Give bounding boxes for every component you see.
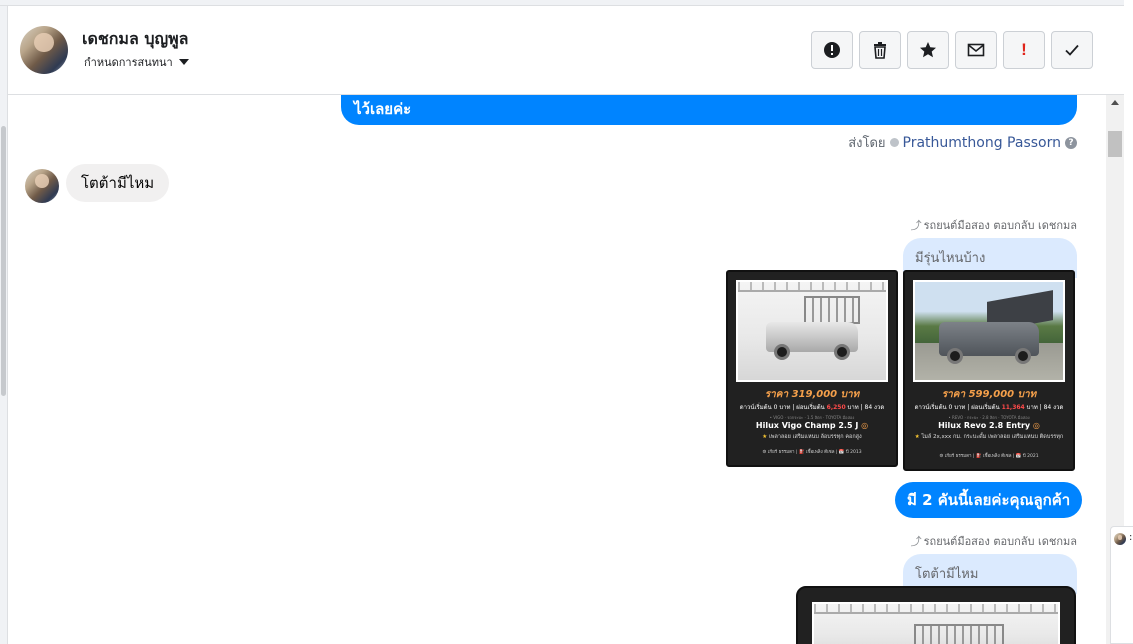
- header-actions: !: [811, 31, 1093, 69]
- car-finance: ดาวน์เริ่มต้น 0 บาท | ผ่อนเริ่มต้น 11,36…: [909, 402, 1069, 412]
- finance-down-label: ดาวน์เริ่มต้น: [914, 404, 949, 411]
- car-features: ★ เพลาลอย เสริมแหนบ ล้อบรรทุก คอกสูง: [734, 433, 890, 441]
- verified-icon: ◎: [1032, 421, 1040, 430]
- wheel: [834, 344, 850, 360]
- reply-note-text: รถยนต์มือสอง ตอบกลับ เดชกมล: [923, 219, 1077, 232]
- car-tags: • VIGO · รถกระบะ · 1.5 ลิตร · TOYOTA มือ…: [769, 415, 855, 420]
- car-model-name: Hilux Revo 2.8 Entry: [938, 421, 1031, 430]
- star-button[interactable]: [907, 31, 949, 69]
- incoming-avatar[interactable]: [25, 169, 59, 203]
- car-features-text: ไมล์ 2x,xxx กม. กระบะดั้ม เพลาลอย เสริมแ…: [921, 434, 1064, 440]
- reply-note: ⤴ รถยนต์มือสอง ตอบกลับ เดชกมล: [911, 532, 1077, 550]
- mail-icon: [967, 43, 985, 57]
- reply-note: ⤴ รถยนต์มือสอง ตอบกลับ เดชกมล: [911, 216, 1077, 234]
- contact-name[interactable]: เดชกมล บุญพูล: [82, 27, 188, 52]
- reply-arrow-icon: ⤴: [910, 535, 922, 548]
- outgoing-message[interactable]: ไว้เลยค่ะ: [341, 95, 1077, 125]
- mark-spam-button[interactable]: !: [1003, 31, 1045, 69]
- car-features: ★ ไมล์ 2x,xxx กม. กระบะดั้ม เพลาลอย เสริ…: [911, 433, 1067, 441]
- left-scrollbar[interactable]: [0, 6, 8, 644]
- schedule-conversation-label: กำหนดการสนทนา: [84, 56, 173, 69]
- left-scrollbar-thumb[interactable]: [1, 126, 6, 396]
- info-button[interactable]: [811, 31, 853, 69]
- finance-term: บาท | 84 งวด: [845, 404, 885, 411]
- star-icon: ★: [914, 434, 920, 440]
- reply-arrow-icon: ⤴: [910, 219, 922, 232]
- trash-icon: [874, 42, 886, 59]
- check-icon: [1065, 44, 1079, 56]
- mark-done-button[interactable]: [1051, 31, 1093, 69]
- car-photo: [913, 280, 1065, 382]
- monthly-payment: 6,250: [826, 404, 846, 411]
- car-specs: ⚙ เกียร์ ธรรมดา | ⛽ เชื้อเพลิง ดีเซล | 📅…: [939, 454, 1039, 459]
- finance-monthly-label: บาท | ผ่อนเริ่มต้น: [952, 404, 1002, 411]
- car-price: ราคา 319,000 บาท: [764, 389, 860, 400]
- star-icon: [920, 42, 936, 58]
- car-specs: ⚙ เกียร์ ธรรมดา | ⛽ เชื้อเพลิง ดีเซล | 📅…: [762, 450, 862, 455]
- cargo-rack: [914, 624, 1004, 644]
- car-card-revo[interactable]: ราคา 599,000 บาท ดาวน์เริ่มต้น 0 บาท | ผ…: [903, 270, 1075, 471]
- incoming-message[interactable]: โตต้ามีไหม: [66, 164, 170, 202]
- outgoing-message[interactable]: มี 2 คันนี้เลยค่ะคุณลูกค้า: [895, 482, 1083, 518]
- reply-note-text: รถยนต์มือสอง ตอบกลับ เดชกมล: [923, 535, 1077, 548]
- side-panel-peek[interactable]: :: [1110, 526, 1133, 644]
- car-card-vigo[interactable]: ราคา 319,000 บาท ดาวน์เริ่มต้น 0 บาท | ผ…: [726, 270, 898, 467]
- star-icon: ★: [762, 434, 768, 440]
- chat-scrollbar-thumb[interactable]: [1108, 131, 1122, 157]
- conversation-header: เดชกมล บุญพูล กำหนดการสนทนา !: [8, 6, 1124, 95]
- message-thread[interactable]: ไว้เลยค่ะ ส่งโดย Prathumthong Passorn ? …: [8, 95, 1106, 644]
- sender-link[interactable]: Prathumthong Passorn: [903, 135, 1061, 151]
- car-photo: [812, 602, 1060, 644]
- help-icon[interactable]: ?: [1065, 136, 1077, 149]
- car-model-name: Hilux Vigo Champ 2.5 J: [755, 421, 859, 430]
- car-finance: ดาวน์เริ่มต้น 0 บาท | ผ่อนเริ่มต้น 6,250…: [732, 402, 892, 412]
- ceiling-truss: [814, 604, 1058, 614]
- car-tags: • REVO · กระบะ · 2.8 ลิตร · TOYOTA มือสอ…: [948, 415, 1030, 420]
- car-photo: [736, 280, 888, 382]
- finance-down-label: ดาวน์เริ่มต้น: [739, 404, 774, 411]
- scroll-up-arrow-icon[interactable]: [1111, 100, 1119, 105]
- verified-dot-icon: [889, 138, 899, 147]
- alert-icon: !: [1021, 40, 1027, 59]
- schedule-conversation-dropdown[interactable]: กำหนดการสนทนา: [84, 53, 189, 71]
- finance-monthly-label: บาท | ผ่อนเริ่มต้น: [777, 404, 827, 411]
- delete-button[interactable]: [859, 31, 901, 69]
- mail-button[interactable]: [955, 31, 997, 69]
- caret-down-icon: [178, 59, 189, 65]
- car-features-text: เพลาลอย เสริมแหนบ ล้อบรรทุก คอกสูง: [768, 434, 862, 440]
- wheel: [947, 348, 963, 364]
- wheel: [774, 344, 790, 360]
- monthly-payment: 11,364: [1001, 404, 1025, 411]
- ceiling-truss: [738, 282, 886, 292]
- car-price: ราคา 599,000 บาท: [941, 389, 1037, 400]
- finance-term: บาท | 84 งวด: [1024, 404, 1064, 411]
- sent-by-label: ส่งโดย: [848, 136, 886, 151]
- side-panel-text: :: [1129, 532, 1133, 543]
- contact-avatar[interactable]: [20, 26, 68, 74]
- car-model: Hilux Revo 2.8 Entry ◎: [905, 421, 1073, 430]
- car-card-preview[interactable]: [796, 586, 1076, 644]
- wheel: [1015, 348, 1031, 364]
- cargo-rack: [804, 296, 860, 324]
- sent-by-info: ส่งโดย Prathumthong Passorn ?: [848, 132, 1077, 153]
- info-icon: [824, 42, 840, 58]
- mini-avatar: [1114, 533, 1126, 545]
- verified-icon: ◎: [861, 421, 869, 430]
- car-model: Hilux Vigo Champ 2.5 J ◎: [728, 421, 896, 430]
